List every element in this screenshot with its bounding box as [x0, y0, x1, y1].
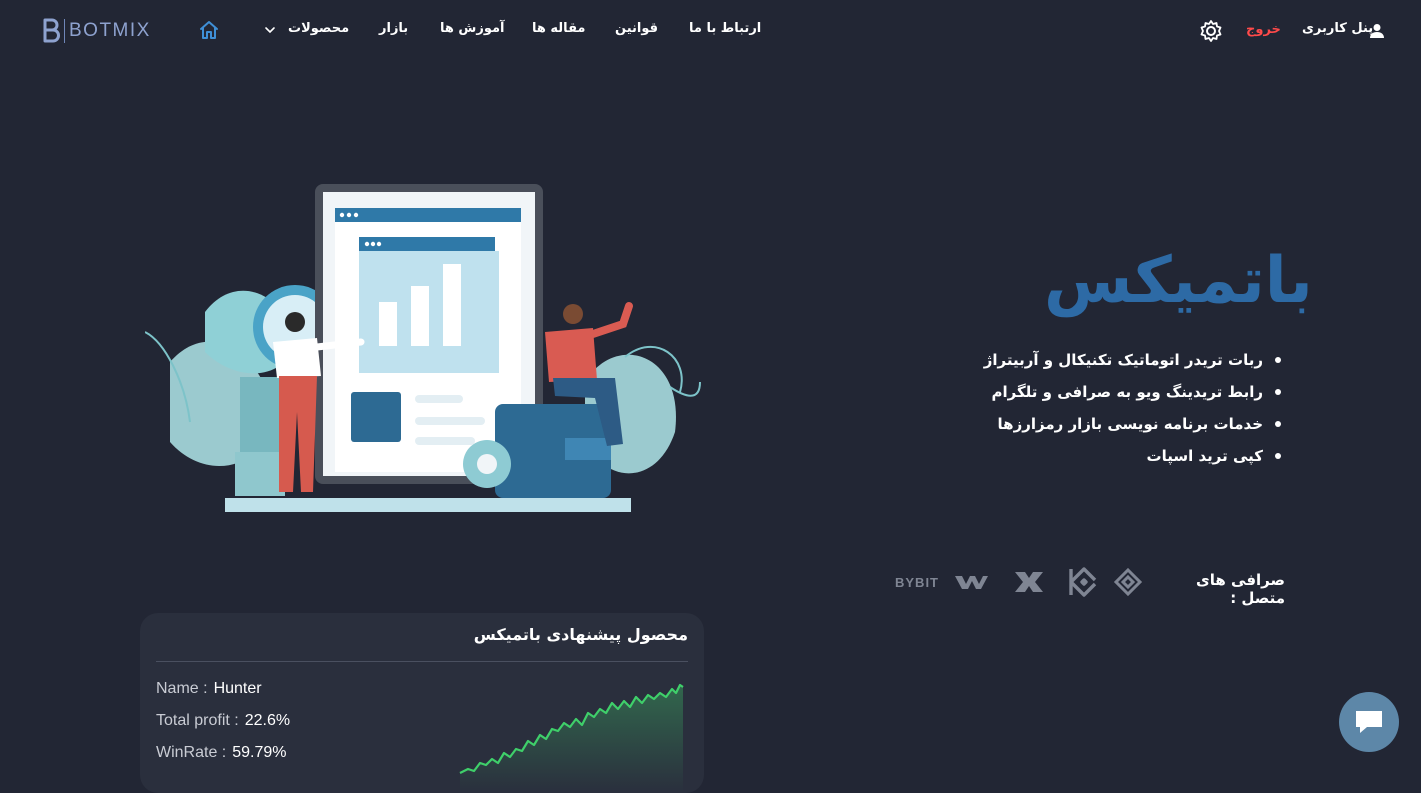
bullet-icon — [1275, 389, 1281, 395]
stat-winrate: WinRate : 59.79% — [156, 744, 287, 762]
logo-separator — [64, 19, 65, 43]
nav-item-rules[interactable]: قوانین — [615, 21, 658, 36]
feature-text: خدمات برنامه نویسی بازار رمزارزها — [997, 415, 1263, 433]
feature-item: خدمات برنامه نویسی بازار رمزارزها — [960, 408, 1285, 440]
bullet-icon — [1275, 357, 1281, 363]
okx-icon[interactable] — [1012, 566, 1046, 598]
recommended-product-card[interactable]: محصول پیشنهادی باتمیکس Name : Hunter Tota… — [140, 613, 704, 793]
connected-exchanges-label: صرافی های متصل : — [1196, 571, 1285, 607]
stat-label: WinRate : — [156, 744, 227, 761]
divider — [156, 661, 688, 662]
chevron-down-icon[interactable] — [264, 24, 276, 36]
feature-text: کپی ترید اسپات — [1146, 447, 1263, 465]
stat-label: Total profit : — [156, 712, 239, 729]
feature-item: کپی ترید اسپات — [960, 440, 1285, 472]
nav-item-tutorials[interactable]: آموزش ها — [440, 21, 505, 36]
user-panel-link[interactable]: پنل کاربری — [1302, 21, 1373, 36]
kucoin-icon[interactable] — [1064, 566, 1098, 598]
top-navbar: BOTMIX محصولات بازار آموزش ها مقاله ها ق… — [0, 0, 1421, 62]
woo-icon[interactable] — [953, 566, 989, 598]
hero-illustration — [145, 184, 701, 512]
profit-sparkline — [459, 683, 684, 793]
nav-item-products[interactable]: محصولات — [288, 21, 349, 36]
feature-item: رابط تریدینگ ویو به صرافی و تلگرام — [960, 376, 1285, 408]
logo-mark-icon — [43, 18, 60, 43]
bullet-icon — [1275, 453, 1281, 459]
stat-label: Name : — [156, 680, 208, 697]
chat-bubble-icon — [1356, 711, 1382, 733]
binance-icon[interactable] — [1111, 566, 1145, 598]
user-icon[interactable] — [1368, 22, 1386, 40]
stat-value: Hunter — [213, 680, 262, 697]
nav-item-articles[interactable]: مقاله ها — [532, 21, 585, 36]
feature-item: ربات تریدر اتوماتیک تکنیکال و آربیتراژ — [960, 344, 1285, 376]
feature-text: ربات تریدر اتوماتیک تکنیکال و آربیتراژ — [983, 351, 1263, 369]
nav-item-contact[interactable]: ارتباط با ما — [689, 21, 761, 36]
logout-link[interactable]: خروج — [1246, 22, 1281, 37]
hero-title: باتمیکس — [1044, 244, 1315, 318]
card-title: محصول پیشنهادی باتمیکس — [473, 625, 688, 644]
stat-value: 22.6% — [244, 712, 291, 729]
bybit-icon[interactable]: BYBIT — [895, 566, 939, 598]
stat-value: 59.79% — [232, 744, 287, 761]
settings-gear-icon[interactable] — [1199, 19, 1223, 43]
bullet-icon — [1275, 421, 1281, 427]
chat-support-button[interactable] — [1339, 692, 1399, 752]
home-icon[interactable] — [198, 19, 220, 41]
feature-list: ربات تریدر اتوماتیک تکنیکال و آربیتراژ ر… — [960, 344, 1285, 472]
nav-item-market[interactable]: بازار — [379, 21, 408, 36]
botmix-logo[interactable]: BOTMIX — [40, 16, 151, 46]
feature-text: رابط تریدینگ ویو به صرافی و تلگرام — [991, 383, 1263, 401]
stat-total-profit: Total profit : 22.6% — [156, 712, 290, 730]
stat-name: Name : Hunter — [156, 680, 262, 698]
bybit-wordmark: BYBIT — [895, 574, 939, 590]
logo-text: BOTMIX — [69, 20, 151, 41]
